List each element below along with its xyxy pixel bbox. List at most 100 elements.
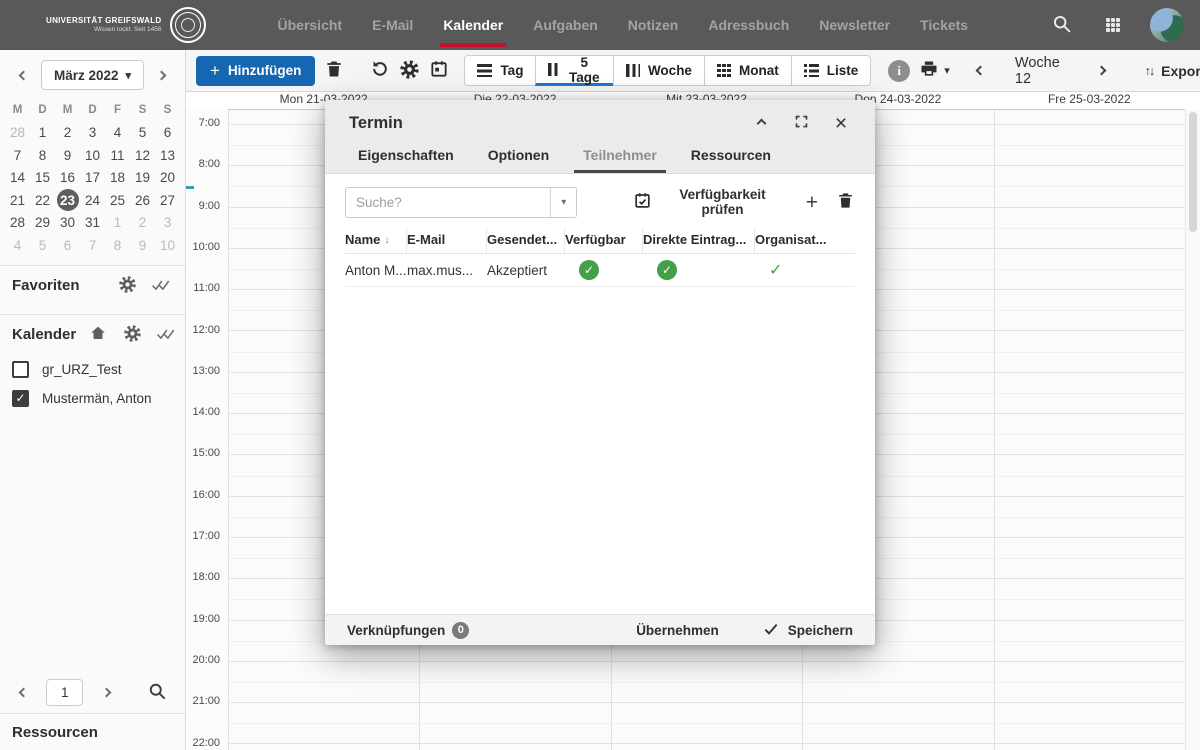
minical-day[interactable]: 7	[5, 144, 30, 167]
minical-month-selector[interactable]: März 2022 ▾	[41, 60, 144, 90]
minical-day[interactable]: 13	[155, 144, 180, 167]
minical-day[interactable]: 28	[5, 122, 30, 145]
minical-day[interactable]: 18	[105, 167, 130, 190]
print-button[interactable]: ▾	[919, 56, 950, 86]
calendar-checkbox[interactable]	[12, 361, 29, 378]
minical-day[interactable]: 16	[55, 167, 80, 190]
nav-item-newsletter[interactable]: Newsletter	[819, 0, 890, 50]
minical-day[interactable]: 2	[130, 212, 155, 235]
minical-day[interactable]: 5	[30, 234, 55, 257]
pager-prev-button[interactable]	[14, 677, 32, 707]
remove-attendee-button[interactable]	[836, 191, 855, 213]
column-header-email[interactable]: E-Mail	[407, 228, 487, 253]
minical-day[interactable]: 4	[105, 122, 130, 145]
minical-day[interactable]: 15	[30, 167, 55, 190]
nav-item-bersicht[interactable]: Übersicht	[278, 0, 343, 50]
user-avatar[interactable]	[1150, 8, 1184, 42]
minical-next-month-button[interactable]	[147, 60, 177, 90]
sidebar-search-button[interactable]	[143, 677, 171, 707]
minical-day[interactable]: 29	[30, 212, 55, 235]
calendar-list-item[interactable]: ✓Mustermän, Anton	[0, 384, 185, 413]
apply-button[interactable]: Übernehmen	[636, 623, 719, 638]
minical-day[interactable]: 3	[80, 122, 105, 145]
settings-button[interactable]	[399, 56, 420, 86]
view-button-monat[interactable]: Monat	[704, 55, 792, 86]
nav-item-kalender[interactable]: Kalender	[443, 0, 503, 50]
add-attendee-button[interactable]: +	[806, 192, 818, 213]
scrollbar-thumb[interactable]	[1189, 112, 1197, 232]
attendee-search-dropdown[interactable]: ▾	[550, 188, 576, 217]
view-button-liste[interactable]: Liste	[791, 55, 872, 86]
attendee-row[interactable]: Anton M...max.mus...Akzeptiert✓✓✓	[345, 254, 855, 287]
add-event-button[interactable]: + Hinzufügen	[196, 56, 315, 86]
goto-today-button[interactable]	[429, 56, 449, 86]
favorites-settings-button[interactable]	[115, 271, 139, 301]
view-button-5tage[interactable]: 5 Tage	[535, 55, 614, 86]
nav-item-adressbuch[interactable]: Adressbuch	[708, 0, 789, 50]
calendars-settings-button[interactable]	[120, 320, 144, 350]
calendars-select-all-button[interactable]	[154, 320, 178, 350]
nav-item-email[interactable]: E-Mail	[372, 0, 413, 50]
column-header-verfgbar[interactable]: Verfügbar	[565, 228, 643, 253]
minical-day[interactable]: 4	[5, 234, 30, 257]
column-header-direkteeintrag[interactable]: Direkte Eintrag...	[643, 228, 755, 253]
column-header-gesendet[interactable]: Gesendet...	[487, 228, 565, 253]
minical-day[interactable]: 22	[30, 189, 55, 212]
favorites-select-all-button[interactable]	[149, 271, 173, 301]
attendee-search-input[interactable]	[346, 188, 550, 217]
info-button[interactable]: i	[888, 56, 910, 86]
minical-day[interactable]: 5	[130, 122, 155, 145]
minical-day[interactable]: 10	[80, 144, 105, 167]
dialog-tab-ressourcen[interactable]: Ressourcen	[682, 147, 780, 173]
minical-day[interactable]: 2	[55, 122, 80, 145]
export-button[interactable]: ↑↓ Exportieren ▾	[1145, 63, 1200, 79]
dialog-tab-teilnehmer[interactable]: Teilnehmer	[574, 147, 666, 173]
minical-day[interactable]: 21	[5, 189, 30, 212]
minical-prev-month-button[interactable]	[8, 60, 38, 90]
minical-day[interactable]: 1	[30, 122, 55, 145]
dialog-close-button[interactable]: ×	[831, 113, 851, 133]
minical-day[interactable]: 9	[130, 234, 155, 257]
minical-day[interactable]: 30	[55, 212, 80, 235]
minical-day[interactable]: 14	[5, 167, 30, 190]
dialog-collapse-button[interactable]	[751, 113, 771, 133]
dialog-tab-eigenschaften[interactable]: Eigenschaften	[349, 147, 463, 173]
dialog-tab-optionen[interactable]: Optionen	[479, 147, 558, 173]
minical-day[interactable]: 20	[155, 167, 180, 190]
minical-day[interactable]: 17	[80, 167, 105, 190]
nav-item-tickets[interactable]: Tickets	[920, 0, 968, 50]
minical-day[interactable]: 19	[130, 167, 155, 190]
app-grid-button[interactable]	[1098, 10, 1128, 40]
minical-day[interactable]: 1	[105, 212, 130, 235]
vertical-scrollbar[interactable]	[1185, 110, 1200, 750]
global-search-button[interactable]	[1046, 10, 1076, 40]
view-button-woche[interactable]: Woche	[613, 55, 705, 86]
minical-day[interactable]: 3	[155, 212, 180, 235]
pager-next-button[interactable]	[97, 677, 115, 707]
minical-day[interactable]: 6	[155, 122, 180, 145]
nav-item-aufgaben[interactable]: Aufgaben	[533, 0, 598, 50]
refresh-button[interactable]	[370, 56, 390, 86]
save-button[interactable]: Speichern	[763, 621, 853, 640]
column-header-organisat[interactable]: Organisat...	[755, 228, 855, 253]
previous-week-button[interactable]	[973, 56, 989, 86]
minical-day[interactable]: 28	[5, 212, 30, 235]
minical-day[interactable]: 27	[155, 189, 180, 212]
minical-day[interactable]: 9	[55, 144, 80, 167]
page-number-box[interactable]: 1	[46, 679, 83, 706]
minical-day[interactable]: 26	[130, 189, 155, 212]
minical-day[interactable]: 31	[80, 212, 105, 235]
minical-day[interactable]: 8	[30, 144, 55, 167]
minical-day[interactable]: 25	[105, 189, 130, 212]
minical-day[interactable]: 10	[155, 234, 180, 257]
minical-day[interactable]: 23	[55, 189, 80, 212]
column-header-name[interactable]: Name↓	[345, 228, 407, 253]
delete-button[interactable]	[324, 56, 344, 86]
minical-day[interactable]: 11	[105, 144, 130, 167]
calendar-checkbox[interactable]: ✓	[12, 390, 29, 407]
calendars-home-button[interactable]	[86, 320, 110, 350]
calendar-list-item[interactable]: gr_URZ_Test	[0, 355, 185, 384]
minical-day[interactable]: 7	[80, 234, 105, 257]
minical-day[interactable]: 24	[80, 189, 105, 212]
minical-day[interactable]: 6	[55, 234, 80, 257]
